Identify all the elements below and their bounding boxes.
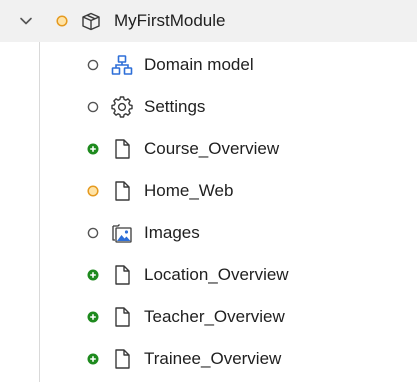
- status-modified-icon: [56, 15, 68, 27]
- tree-row-course-overview[interactable]: Course_Overview: [0, 128, 417, 170]
- page-icon: [115, 349, 130, 369]
- tree-item-label: Trainee_Overview: [144, 349, 282, 368]
- module-label: MyFirstModule: [114, 11, 226, 30]
- status-unchanged-icon: [87, 227, 99, 239]
- gear-icon: [111, 96, 133, 118]
- tree-item-label: Home_Web: [144, 181, 234, 200]
- tree-item-label: Images: [144, 223, 200, 242]
- module-box-icon: [82, 12, 100, 31]
- status-modified-icon: [87, 185, 99, 197]
- chevron-down-icon[interactable]: [18, 13, 34, 29]
- tree-row-teacher-overview[interactable]: Teacher_Overview: [0, 296, 417, 338]
- tree-item-label: Course_Overview: [144, 139, 280, 158]
- tree-row-location-overview[interactable]: Location_Overview: [0, 254, 417, 296]
- tree-item-label: Location_Overview: [144, 265, 289, 284]
- status-unchanged-icon: [87, 101, 99, 113]
- status-added-icon: [87, 269, 99, 281]
- status-added-icon: [87, 353, 99, 365]
- tree-item-label: Domain model: [144, 55, 254, 74]
- status-added-icon: [87, 143, 99, 155]
- tree-row-module[interactable]: MyFirstModule: [0, 0, 417, 42]
- tree-row-settings[interactable]: Settings: [0, 86, 417, 128]
- tree-item-label: Teacher_Overview: [144, 307, 285, 326]
- tree-row-domain-model[interactable]: Domain model: [0, 44, 417, 86]
- tree-row-home-web[interactable]: Home_Web: [0, 170, 417, 212]
- tree-row-trainee-overview[interactable]: Trainee_Overview: [0, 338, 417, 380]
- status-unchanged-icon: [87, 59, 99, 71]
- tree-row-images[interactable]: Images: [0, 212, 417, 254]
- domain-model-icon: [111, 55, 133, 75]
- page-icon: [115, 265, 130, 285]
- image-folder-icon: [112, 224, 132, 243]
- status-added-icon: [87, 311, 99, 323]
- project-tree: MyFirstModule Domain model Settings Cour…: [0, 0, 417, 382]
- page-icon: [115, 181, 130, 201]
- page-icon: [115, 139, 130, 159]
- tree-item-label: Settings: [144, 97, 206, 116]
- page-icon: [115, 307, 130, 327]
